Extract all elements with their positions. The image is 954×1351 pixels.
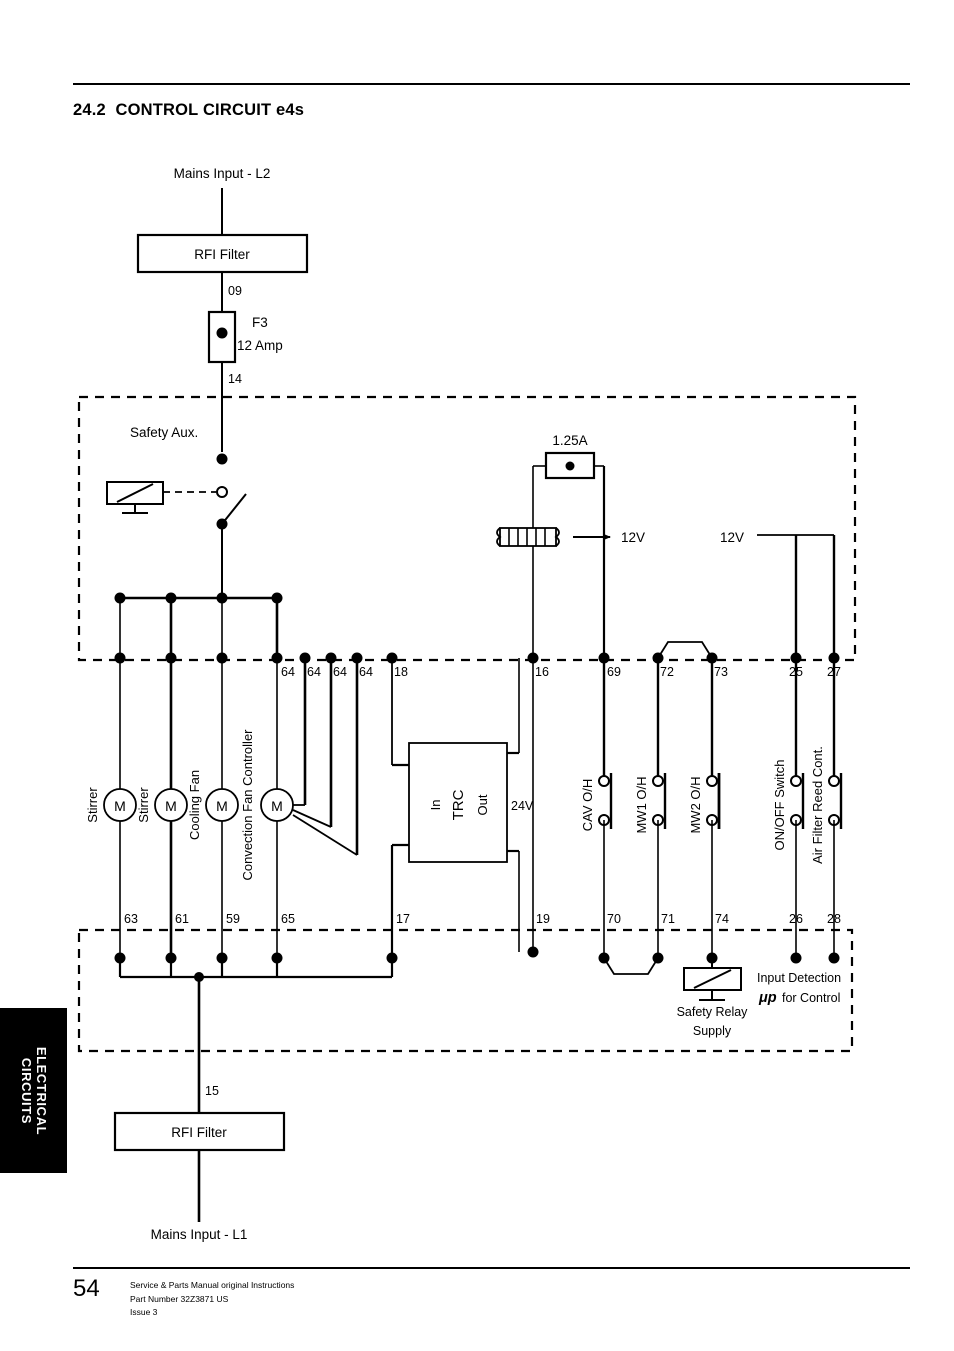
motor-symbol-cooling-fan: M xyxy=(216,798,228,814)
device-label-cooling-fan: Cooling Fan xyxy=(187,770,202,840)
mains-input-l1-label: Mains Input - L1 xyxy=(151,1227,248,1242)
footer-rule xyxy=(73,1267,910,1269)
trc-module: In TRC Out 24V xyxy=(390,658,534,958)
supply-12v-group: 12V xyxy=(720,530,836,658)
fuse-f3: F3 12 Amp xyxy=(207,310,283,364)
rfi-filter-bottom: RFI Filter xyxy=(113,1111,286,1152)
page-canvas: 24.2 CONTROL CIRCUIT e4s Mains Input - L… xyxy=(0,0,954,1351)
wire-number-09: 09 xyxy=(228,284,242,298)
top-wire-number-7: 72 xyxy=(660,665,674,679)
trc-in-label: In xyxy=(428,800,443,811)
overheat-return-bridges xyxy=(603,957,659,975)
bottom-return-bus: 15 xyxy=(118,958,394,1113)
footer-issue: Issue 3 xyxy=(130,1307,158,1317)
mw-overheat-bridge-link xyxy=(657,641,713,659)
bottom-wire-number-2: 59 xyxy=(226,912,240,926)
motor-supply-bus xyxy=(114,592,283,658)
chapter-tab-electrical-circuits: ELECTRICAL CIRCUITS xyxy=(0,1008,67,1173)
mains-input-l1-branch: Mains Input - L1 xyxy=(151,1150,248,1242)
device-label-convection-fan-controller: Convection Fan Controller xyxy=(240,729,255,881)
top-wire-number-1: 64 xyxy=(307,665,321,679)
safety-aux-label: Safety Aux. xyxy=(130,425,198,440)
control-circuit-schematic: Mains Input - L2 RFI Filter 09 F3 12 Amp… xyxy=(77,166,857,1242)
safety-relay-supply-label-line1: Safety Relay xyxy=(677,1005,749,1019)
rfi-filter-top-label: RFI Filter xyxy=(194,247,250,262)
safety-relay-supply-label-line2: Supply xyxy=(693,1024,732,1038)
trc-out-label: Out xyxy=(475,794,490,815)
bottom-wire-number-6: 70 xyxy=(607,912,621,926)
wire-number-15: 15 xyxy=(205,1084,219,1098)
wire-14-segment: 14 xyxy=(221,362,242,452)
device-label-stirrer-2: Stirrer xyxy=(136,787,151,823)
mains-input-l2-branch: Mains Input - L2 xyxy=(174,166,271,235)
bottom-wire-number-7: 71 xyxy=(661,912,675,926)
device-label-on-off-switch: ON/OFF Switch xyxy=(772,759,787,850)
bottom-wire-number-0: 63 xyxy=(124,912,138,926)
chapter-tab-label: ELECTRICAL CIRCUITS xyxy=(18,1046,49,1135)
motor-symbol-stirrer-1: M xyxy=(114,798,126,814)
footer-text-block: Service & Parts Manual original Instruct… xyxy=(130,1276,294,1320)
mains-input-l2-label: Mains Input - L2 xyxy=(174,166,271,181)
device-label-mw2-oh: MW2 O/H xyxy=(688,776,703,833)
motor-symbol-stirrer-2: M xyxy=(165,798,177,814)
top-wire-number-8: 73 xyxy=(714,665,728,679)
footer-manual-title: Service & Parts Manual original Instruct… xyxy=(130,1280,295,1290)
trc-24v-label: 24V xyxy=(511,799,534,813)
bottom-wire-number-4: 17 xyxy=(396,912,410,926)
bottom-terminal-rail: 63 61 59 65 17 19 70 71 74 26 28 xyxy=(114,912,841,964)
bottom-wire-number-1: 61 xyxy=(175,912,189,926)
top-wire-number-5: 16 xyxy=(535,665,549,679)
device-label-air-filter-reed: Air Filter Reed Cont. xyxy=(810,746,825,864)
device-label-mw1-oh: MW1 O/H xyxy=(634,776,649,833)
footer-part-number: Part Number 32Z3871 US xyxy=(130,1293,229,1304)
device-label-stirrer-1: Stirrer xyxy=(85,787,100,823)
bottom-wire-number-9: 26 xyxy=(789,912,803,926)
input-detection-annotation: Input Detection μp for Control xyxy=(757,971,841,1006)
page-footer: 54 Service & Parts Manual original Instr… xyxy=(73,1276,294,1320)
transformer-12v-group: 1.25A 12V xyxy=(496,433,645,658)
input-detection-label-line1: Input Detection xyxy=(757,971,841,985)
top-wire-number-6: 69 xyxy=(607,665,621,679)
bottom-wire-number-10: 28 xyxy=(827,912,841,926)
top-wire-number-3: 64 xyxy=(359,665,373,679)
motor-symbol-convection-fan: M xyxy=(271,798,283,814)
device-convection-fan-controller: M Convection Fan Controller xyxy=(240,658,359,958)
fuse-f3-rating-label: 12 Amp xyxy=(237,338,283,353)
microprocessor-icon: μp xyxy=(758,990,777,1006)
bottom-wire-number-8: 74 xyxy=(715,912,729,926)
bottom-wire-number-3: 65 xyxy=(281,912,295,926)
device-label-cav-oh: CAV O/H xyxy=(580,779,595,832)
supply-12v-label: 12V xyxy=(720,530,744,545)
rfi-filter-bottom-label: RFI Filter xyxy=(171,1125,227,1140)
fuse-125a-label: 1.25A xyxy=(552,433,587,448)
wire-number-14: 14 xyxy=(228,372,242,386)
top-wire-number-4: 18 xyxy=(394,665,408,679)
page-number: 54 xyxy=(73,1275,100,1302)
top-terminal-rail: 64 64 64 64 18 16 69 72 73 25 27 xyxy=(114,652,841,679)
transformer-12v-label: 12V xyxy=(621,530,645,545)
top-wire-number-0: 64 xyxy=(281,665,295,679)
fuse-f3-name-label: F3 xyxy=(252,315,268,330)
rfi-filter-top: RFI Filter xyxy=(136,233,309,274)
input-detection-label-line2: for Control xyxy=(782,991,840,1005)
top-wire-number-2: 64 xyxy=(333,665,347,679)
bottom-wire-number-5: 19 xyxy=(536,912,550,926)
safety-aux-group: Safety Aux. xyxy=(106,425,247,598)
safety-relay-supply: Safety Relay Supply xyxy=(677,958,749,1038)
trc-name-label: TRC xyxy=(450,789,467,820)
wire-09-segment: 09 xyxy=(221,272,242,312)
